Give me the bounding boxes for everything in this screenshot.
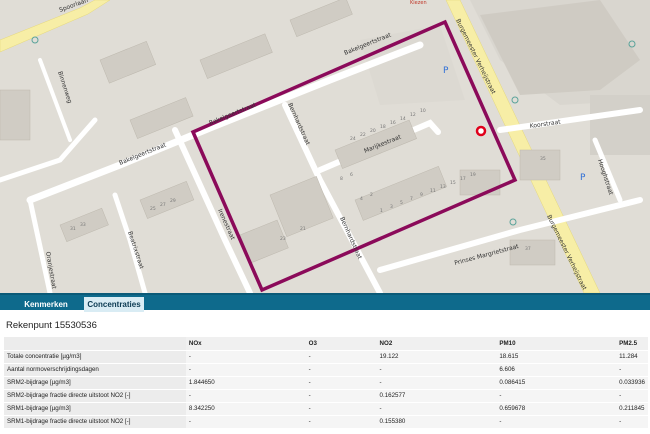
- column-header: O3: [305, 337, 377, 351]
- house-number: 24: [350, 136, 356, 142]
- table-cell: 19.122: [376, 350, 497, 364]
- row-label: SRM2-bijdrage [µg/m3]: [4, 376, 186, 390]
- row-label: Aantal normoverschrijdingsdagen: [4, 363, 186, 377]
- house-number: 13: [440, 184, 446, 190]
- house-number: 21: [300, 226, 306, 232]
- table-cell: -: [616, 415, 648, 429]
- concentration-table: NOx O3 NO2 PM10 PM2.5 Totale concentrati…: [4, 337, 648, 429]
- row-label: SRM1-bijdrage [µg/m3]: [4, 402, 186, 416]
- house-number: 10: [420, 108, 426, 114]
- table-cell: -: [305, 363, 377, 377]
- house-number: 27: [160, 202, 166, 208]
- house-number: 22: [360, 132, 366, 138]
- table-cell: -: [185, 415, 306, 429]
- house-number: 5: [400, 200, 403, 206]
- house-number: 16: [390, 120, 396, 126]
- house-number: 20: [370, 128, 376, 134]
- tab-concentraties[interactable]: Concentraties: [84, 297, 144, 312]
- table-row: Totale concentratie [µg/m3] - -19.122 18.61…: [4, 350, 648, 364]
- table-cell: -: [616, 363, 648, 377]
- house-number: 15: [450, 180, 456, 186]
- table-row: Aantal normoverschrijdingsdagen - - -6.606-: [4, 363, 648, 377]
- house-number: 3: [390, 204, 393, 210]
- house-number: 33: [80, 222, 86, 228]
- column-header: [4, 337, 186, 351]
- table-cell: 8.342250: [185, 402, 306, 416]
- house-number: 29: [170, 198, 176, 204]
- table-cell: -: [305, 376, 377, 390]
- house-number: 23: [280, 236, 286, 242]
- table-cell: 18.615: [496, 350, 617, 364]
- house-number: 14: [400, 116, 406, 122]
- house-number: 1: [380, 208, 383, 214]
- map-view[interactable]: 24 22 20 18 16 14 12 10 8 6 4 2 1 3 5 7 9 11 13 15 17 19 21 23 2…: [0, 0, 650, 293]
- table-cell: -: [185, 389, 306, 403]
- house-number: 11: [430, 188, 436, 194]
- tab-bar: Kenmerken Concentraties: [0, 293, 650, 312]
- column-header: NO2: [376, 337, 497, 351]
- house-number: 31: [70, 226, 76, 232]
- table-cell: 0.155380: [376, 415, 497, 429]
- table-cell: -: [616, 389, 648, 403]
- house-number: 18: [380, 124, 386, 130]
- row-label: SRM1-bijdrage fractie directe uitstoot N…: [4, 415, 186, 429]
- table-cell: -: [376, 363, 497, 377]
- table-cell: -: [305, 389, 377, 403]
- column-header: PM2.5: [616, 337, 648, 351]
- house-number: 35: [540, 156, 546, 162]
- table-cell: -: [185, 350, 306, 364]
- house-number: 6: [350, 172, 353, 178]
- house-number: 12: [410, 112, 416, 118]
- house-number: 37: [525, 246, 531, 252]
- parking-icon: P: [443, 66, 449, 76]
- house-number: 4: [360, 196, 363, 202]
- row-label: Totale concentratie [µg/m3]: [4, 350, 186, 364]
- table-cell: 0.162577: [376, 389, 497, 403]
- table-cell: 6.606: [496, 363, 617, 377]
- table-cell: -: [496, 389, 617, 403]
- house-number: 7: [410, 196, 413, 202]
- column-header: NOx: [185, 337, 306, 351]
- table-cell: -: [185, 363, 306, 377]
- table-cell: -: [305, 402, 377, 416]
- table-row: SRM2-bijdrage [µg/m3] 1.844650- -0.086415 0…: [4, 376, 648, 390]
- rekenpunt-title: Rekenpunt 15530536: [6, 320, 97, 331]
- table-row: SRM1-bijdrage [µg/m3] 8.342250- -0.659678 0…: [4, 402, 648, 416]
- table-header-row: NOx O3 NO2 PM10 PM2.5: [4, 337, 648, 351]
- table-cell: 0.211845: [616, 402, 648, 416]
- column-header: PM10: [496, 337, 617, 351]
- tab-kenmerken[interactable]: Kenmerken: [12, 297, 80, 312]
- table-row: SRM2-bijdrage fractie directe uitstoot N…: [4, 389, 648, 403]
- table-cell: 0.659678: [496, 402, 617, 416]
- map-canvas[interactable]: 2422201816141210864213579111315171921232…: [0, 0, 650, 293]
- house-number: 17: [460, 176, 466, 182]
- table-row: SRM1-bijdrage fractie directe uitstoot N…: [4, 415, 648, 429]
- row-label: SRM2-bijdrage fractie directe uitstoot N…: [4, 389, 186, 403]
- table-cell: 11.284: [616, 350, 648, 364]
- table-cell: -: [376, 402, 497, 416]
- table-cell: 0.033936: [616, 376, 648, 390]
- poi-label: Kiezen: [410, 0, 427, 6]
- house-number: 2: [370, 192, 373, 198]
- house-number: 9: [420, 192, 423, 198]
- parking-icon: P: [580, 173, 586, 183]
- table-cell: 1.844650: [185, 376, 306, 390]
- house-number: 25: [150, 206, 156, 212]
- table-cell: 0.086415: [496, 376, 617, 390]
- calculation-point-marker[interactable]: [475, 125, 487, 137]
- table-cell: -: [376, 376, 497, 390]
- house-number: 8: [340, 176, 343, 182]
- house-number: 19: [470, 172, 476, 178]
- table-cell: -: [305, 415, 377, 429]
- table-cell: -: [305, 350, 377, 364]
- table-cell: -: [496, 415, 617, 429]
